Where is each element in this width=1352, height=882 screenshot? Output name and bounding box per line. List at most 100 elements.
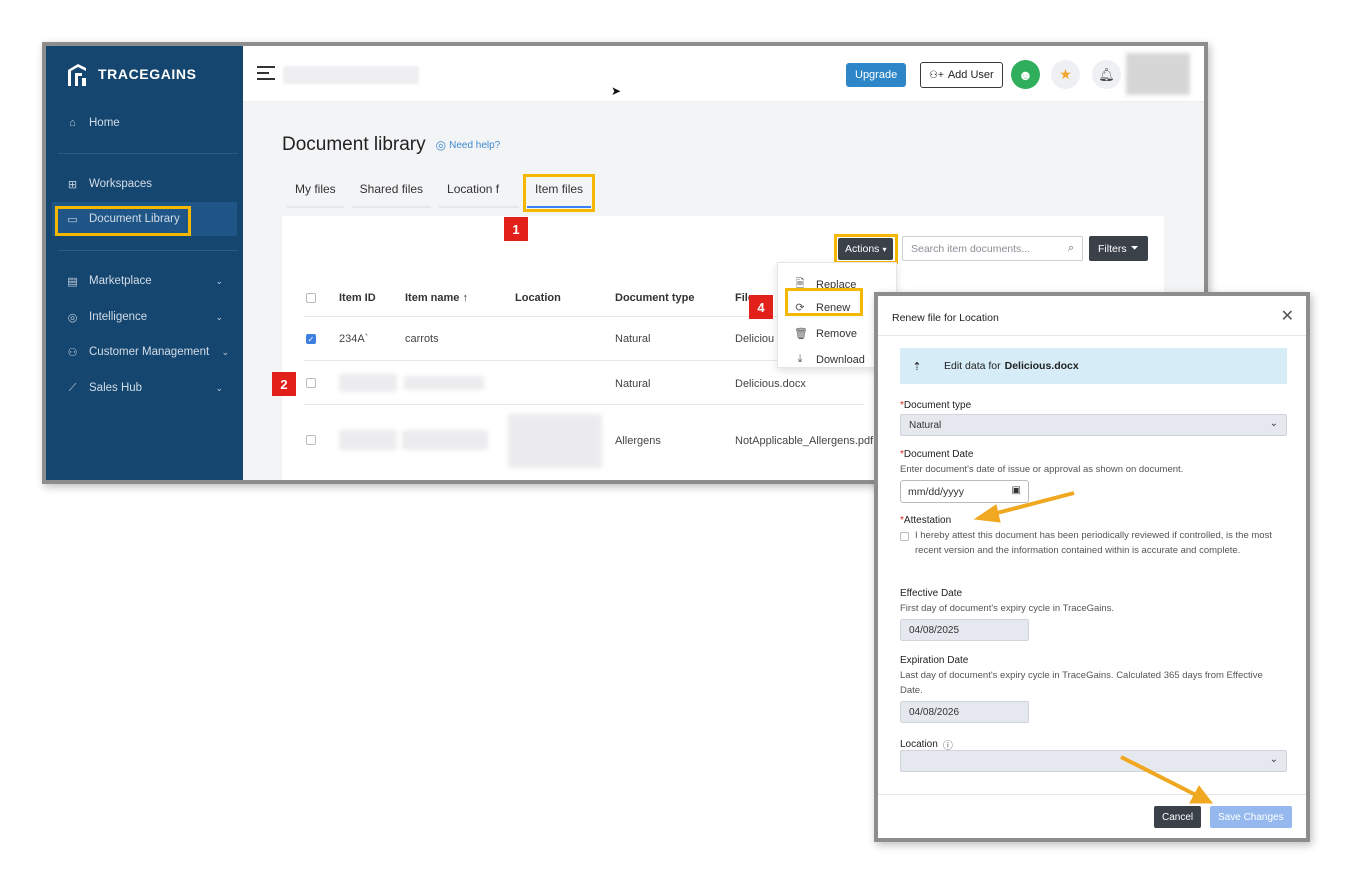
lifebuoy-icon: ◎: [435, 138, 447, 152]
sidebar-item-label: Workspaces: [89, 178, 153, 190]
dialog-title: Renew file for Location: [892, 312, 999, 324]
nav-divider: [58, 250, 238, 251]
expiration-date-hint: Last day of document's expiry cycle in T…: [900, 670, 1263, 696]
expiration-date-label: Expiration Date: [900, 655, 969, 666]
step-badge-2: 2: [272, 372, 296, 396]
column-header-location[interactable]: Location: [515, 292, 561, 304]
sidebar-item-label: Sales Hub: [89, 382, 143, 394]
menu-item-download[interactable]: ⤓ Download: [794, 353, 865, 366]
highlight-document-library: [55, 206, 191, 236]
column-header-document-type[interactable]: Document type: [615, 292, 694, 304]
cell-item-id: 234A`: [339, 333, 369, 345]
redacted-cell: [402, 430, 488, 450]
redacted-cell: [404, 376, 484, 390]
nav-divider: [58, 153, 238, 154]
brand-name: TRACEGAINS: [98, 66, 197, 82]
need-help-label: Need help?: [449, 139, 501, 151]
store-icon: ▤: [67, 275, 78, 288]
users-icon: ⚇: [67, 346, 78, 359]
document-type-label: *Document type: [900, 400, 972, 411]
calendar-icon[interactable]: ▣: [1012, 485, 1021, 496]
tab-item-files[interactable]: Item files: [523, 174, 596, 212]
brain-icon: ◎: [67, 311, 78, 324]
dialog-header: Renew file for Location ✕: [878, 296, 1306, 336]
menu-item-label: Download: [816, 353, 865, 366]
menu-item-remove[interactable]: 🗑︎ Remove: [794, 327, 857, 341]
filters-label: Filters: [1098, 242, 1127, 255]
avatar[interactable]: [1126, 53, 1190, 95]
menu-item-label: Remove: [816, 327, 857, 340]
search-input[interactable]: Search item documents... ⌕: [902, 236, 1083, 261]
expiration-date-field: 04/08/2026: [900, 701, 1029, 723]
chart-icon: ⟋: [68, 381, 77, 394]
sidebar-item-workspaces[interactable]: ⊞ Workspaces: [46, 167, 243, 201]
tab-location-files[interactable]: Location f: [439, 178, 520, 208]
cell-file[interactable]: Delicious.docx: [735, 378, 806, 390]
sidebar-item-marketplace[interactable]: ▤ Marketplace ⌄: [46, 264, 243, 298]
step-badge-4: 4: [749, 295, 773, 319]
edit-file-name: Delicious.docx: [1004, 360, 1079, 372]
chevron-down-icon: ⌄: [215, 311, 223, 322]
effective-date-hint: First day of document's expiry cycle in …: [900, 603, 1115, 614]
upgrade-button[interactable]: Upgrade: [846, 63, 907, 87]
document-date-input[interactable]: mm/dd/yyyy ▣: [900, 480, 1029, 503]
home-icon: ⌂: [69, 117, 76, 129]
cell-item-name: carrots: [405, 333, 439, 345]
attestation-checkbox[interactable]: [900, 532, 909, 541]
sidebar-item-customer-management[interactable]: ⚇ Customer Management ⌄: [46, 335, 243, 369]
menu-icon[interactable]: [257, 66, 275, 84]
renew-file-dialog: Renew file for Location ✕ ⇡ Edit data fo…: [874, 292, 1310, 842]
sidebar-item-intelligence[interactable]: ◎ Intelligence ⌄: [46, 300, 243, 334]
page-title: Document library: [282, 134, 426, 155]
sidebar-item-label: Marketplace: [89, 275, 152, 287]
add-user-label: Add User: [947, 69, 994, 81]
search-placeholder: Search item documents...: [911, 242, 1031, 255]
cancel-button[interactable]: Cancel: [1154, 806, 1202, 828]
filter-icon: ⏷: [1130, 243, 1139, 254]
cell-document-type: Natural: [615, 378, 651, 390]
filters-button[interactable]: Filters ⏷: [1089, 236, 1148, 261]
location-select[interactable]: ⌄: [900, 750, 1287, 772]
upload-icon: ⇡: [912, 360, 922, 373]
document-date-label: *Document Date: [900, 449, 974, 460]
step-badge-1: 1: [504, 217, 528, 241]
need-help-link[interactable]: ◎ Need help?: [436, 138, 501, 152]
highlight-actions: [834, 234, 898, 264]
sidebar-item-sales-hub[interactable]: ⟋ Sales Hub ⌄: [46, 371, 243, 405]
brand-logo[interactable]: TRACEGAINS: [64, 60, 197, 88]
close-icon[interactable]: ✕: [1281, 306, 1294, 326]
grid-icon: ⊞: [67, 178, 78, 191]
save-changes-button[interactable]: Save Changes: [1210, 806, 1292, 828]
sidebar-item-label: Customer Management: [89, 346, 210, 358]
cell-file[interactable]: NotApplicable_Allergens.pdf: [735, 435, 873, 447]
page-title-row: Document library ◎ Need help?: [282, 134, 500, 156]
sidebar-item-home[interactable]: ⌂ Home: [46, 106, 243, 140]
cell-file[interactable]: Deliciou: [735, 333, 774, 345]
document-type-value: Natural: [909, 419, 942, 431]
tab-my-files[interactable]: My files: [287, 178, 344, 208]
sidebar-item-label: Intelligence: [89, 311, 148, 323]
attestation-text: I hereby attest this document has been p…: [915, 530, 1272, 556]
add-user-button[interactable]: ⚇+ Add User: [920, 62, 1003, 88]
tab-shared-files[interactable]: Shared files: [351, 178, 432, 208]
bell-icon[interactable]: 🔔︎: [1092, 60, 1121, 89]
redacted-cell: [339, 374, 397, 392]
date-placeholder: mm/dd/yyyy: [908, 485, 965, 498]
document-date-hint: Enter document's date of issue or approv…: [900, 464, 1184, 475]
column-header-item-id[interactable]: Item ID: [339, 292, 376, 304]
row-checkbox[interactable]: [306, 435, 316, 445]
column-header-item-name[interactable]: Item name ↑: [405, 292, 468, 304]
robot-icon[interactable]: ☻: [1011, 60, 1040, 89]
location-label: Location: [900, 739, 938, 750]
effective-date-label: Effective Date: [900, 588, 963, 599]
redacted-breadcrumb: [283, 66, 419, 84]
cell-document-type: Natural: [615, 333, 651, 345]
row-checkbox[interactable]: ✓: [306, 334, 316, 344]
row-checkbox[interactable]: [306, 378, 316, 388]
document-tabs: My files Shared files Location f Item fi…: [287, 174, 599, 212]
add-user-icon: ⚇+: [929, 69, 944, 81]
chevron-down-icon: ⌄: [1269, 418, 1278, 429]
select-all-checkbox[interactable]: [306, 293, 316, 303]
document-type-select[interactable]: Natural ⌄: [900, 414, 1287, 436]
star-icon[interactable]: ★: [1051, 60, 1080, 89]
